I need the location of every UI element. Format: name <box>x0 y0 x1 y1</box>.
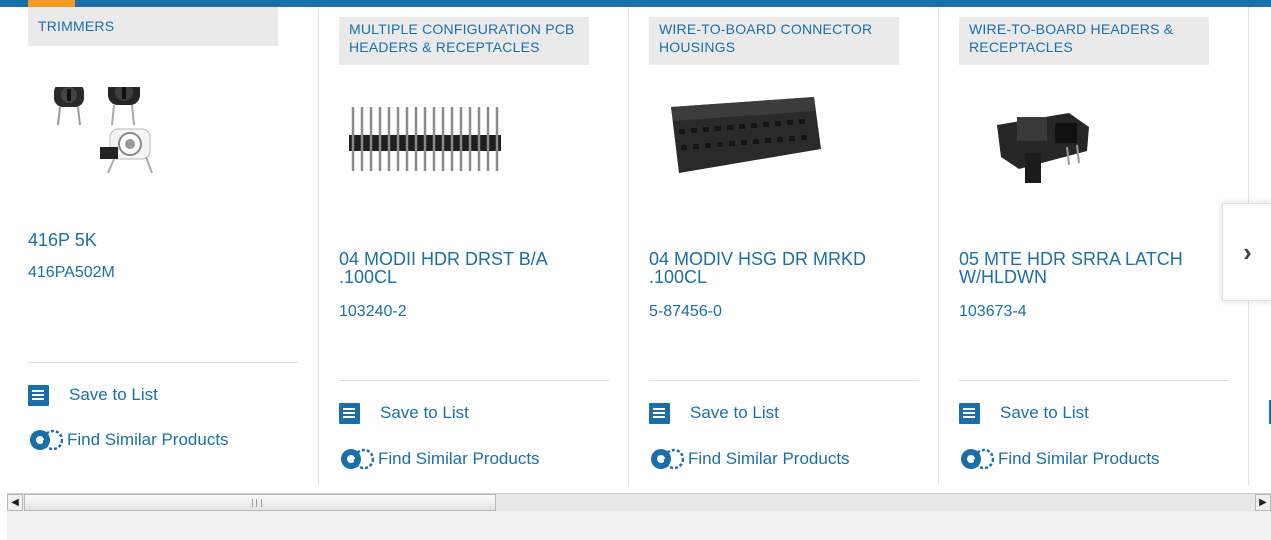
product-card: MULTIPLE CONFIGURATION PCB HEADERS & REC… <box>318 7 609 485</box>
find-similar-button[interactable]: Find Similar Products <box>339 446 540 472</box>
gears-icon <box>30 429 63 451</box>
footer-strip <box>7 511 1271 540</box>
find-similar-label: Find Similar Products <box>998 449 1160 468</box>
divider <box>649 380 919 381</box>
arrow-left-icon: ◀ <box>11 497 19 508</box>
trimmer-1 <box>54 83 84 126</box>
product-image[interactable] <box>28 79 278 199</box>
find-similar-button[interactable]: Find Similar Products <box>649 446 850 472</box>
divider <box>339 380 609 381</box>
checklist-icon <box>649 402 670 424</box>
save-to-list-button[interactable]: Save to List <box>28 382 158 408</box>
product-name[interactable]: 04 MODII HDR DRST B/A .100CL <box>339 250 604 286</box>
gears-icon <box>651 448 684 470</box>
category-label[interactable]: MULTIPLE CONFIGURATION PCB HEADERS & REC… <box>339 17 589 65</box>
product-image[interactable] <box>649 87 899 199</box>
product-image[interactable] <box>339 87 589 199</box>
find-similar-button[interactable]: Find Similar Products <box>28 427 229 453</box>
find-similar-button[interactable]: Find Similar Products <box>959 446 1160 472</box>
category-label[interactable]: WIRE-TO-BOARD HEADERS & RECEPTACLES <box>959 17 1209 65</box>
part-number[interactable]: 416PA502M <box>28 264 115 282</box>
scrollbar-thumb[interactable] <box>24 494 496 511</box>
save-to-list-label: Save to List <box>690 403 779 422</box>
product-name[interactable]: 05 MTE HDR SRRA LATCH W/HLDWN <box>959 250 1224 286</box>
category-label[interactable]: TRIMMERS <box>28 7 278 46</box>
checklist-icon <box>959 402 980 424</box>
product-image[interactable] <box>959 87 1209 199</box>
trimmer-2 <box>108 79 140 126</box>
find-similar-label: Find Similar Products <box>67 430 229 449</box>
category-label[interactable]: WIRE-TO-BOARD CONNECTOR HOUSINGS <box>649 17 899 65</box>
save-to-list-button[interactable]: Save to List <box>959 400 1089 426</box>
divider <box>959 380 1229 381</box>
carousel-next-button[interactable]: › <box>1222 203 1271 301</box>
product-card: TRIMMERS 416P 5K 416PA502M Save to List … <box>8 7 298 485</box>
checklist-icon <box>339 402 360 424</box>
active-indicator <box>28 0 75 7</box>
save-to-list-button[interactable]: Save to List <box>339 400 469 426</box>
product-name[interactable]: 04 MODIV HSG DR MRKD .100CL <box>649 250 914 286</box>
product-name[interactable]: 416P 5K <box>28 231 293 249</box>
save-to-list-label: Save to List <box>1000 403 1089 422</box>
part-number[interactable]: 5-87456-0 <box>649 303 722 321</box>
scroll-right-button[interactable]: ▶ <box>1255 494 1271 511</box>
divider <box>28 362 298 363</box>
scroll-left-button[interactable]: ◀ <box>7 494 23 511</box>
chevron-right-icon: › <box>1243 236 1252 267</box>
product-card: WIRE-TO-BOARD HEADERS & RECEPTACLES 05 M… <box>938 7 1229 485</box>
part-number[interactable]: 103240-2 <box>339 303 407 321</box>
product-card: WIRE-TO-BOARD CONNECTOR HOUSINGS 04 MODI… <box>628 7 919 485</box>
find-similar-label: Find Similar Products <box>688 449 850 468</box>
save-to-list-label: Save to List <box>69 385 158 404</box>
save-to-list-label: Save to List <box>380 403 469 422</box>
checklist-icon <box>28 384 49 406</box>
save-to-list-button[interactable]: Save to List <box>649 400 779 426</box>
product-carousel: TRIMMERS 416P 5K 416PA502M Save to List … <box>0 7 1271 485</box>
arrow-right-icon: ▶ <box>1259 497 1267 508</box>
grip-icon <box>252 499 262 507</box>
gears-icon <box>961 448 994 470</box>
find-similar-label: Find Similar Products <box>378 449 540 468</box>
top-accent-bar <box>0 0 1271 7</box>
gears-icon <box>341 448 374 470</box>
horizontal-scrollbar[interactable]: ◀ ▶ <box>7 493 1271 512</box>
trimmer-3 <box>100 128 153 174</box>
part-number[interactable]: 103673-4 <box>959 303 1027 321</box>
